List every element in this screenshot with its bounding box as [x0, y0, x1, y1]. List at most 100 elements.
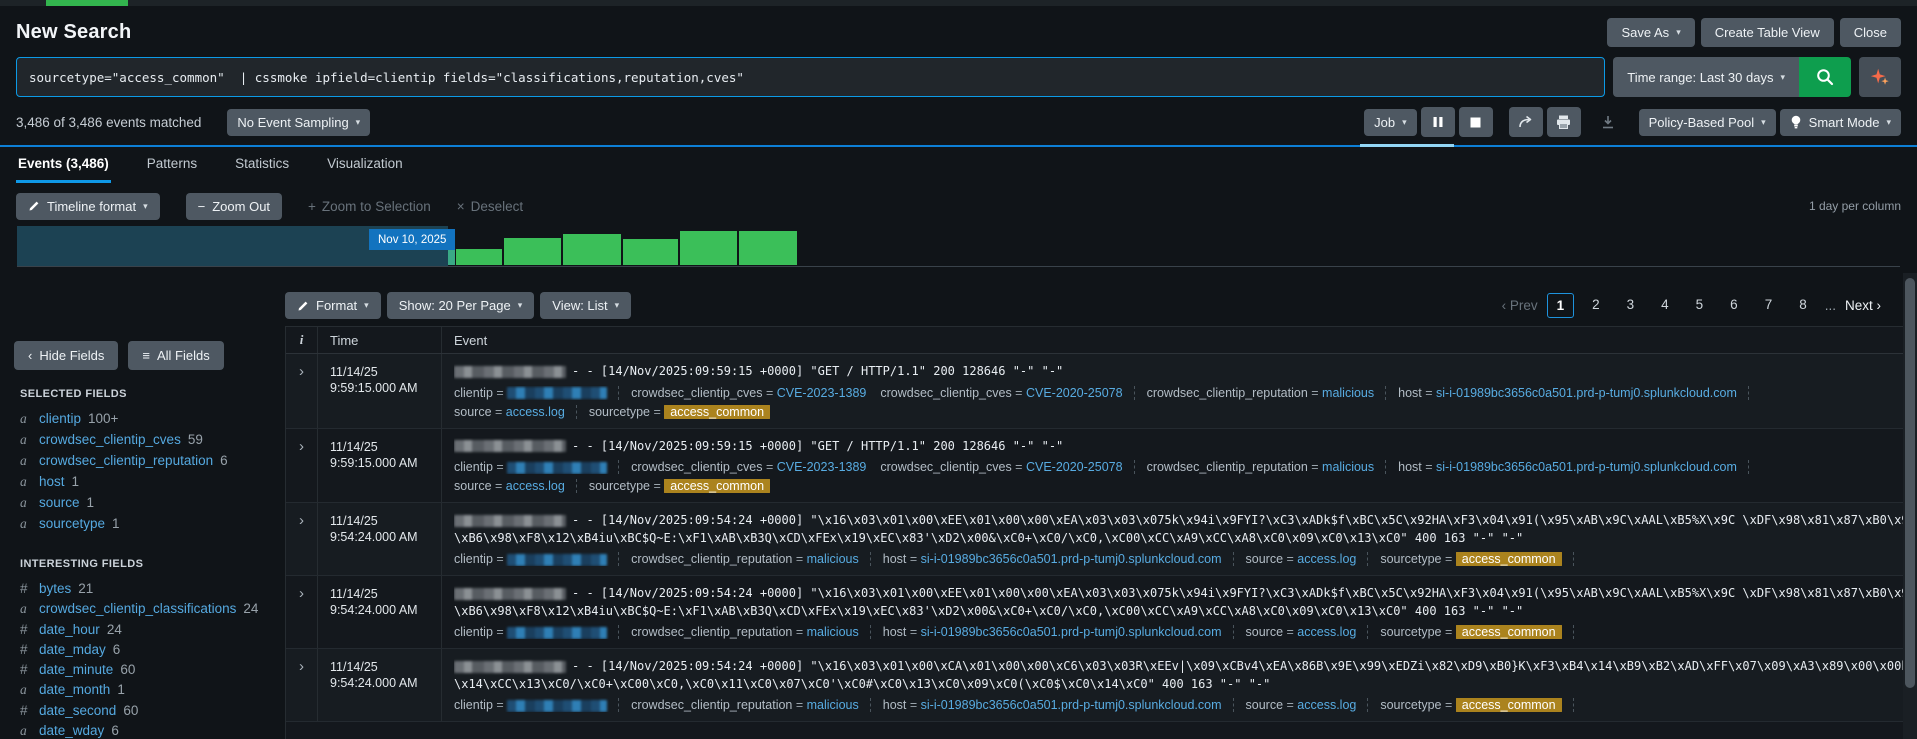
- timeline-histogram[interactable]: Nov 10, 2025: [17, 226, 1900, 267]
- page-button-8[interactable]: 8: [1790, 293, 1816, 318]
- event-field[interactable]: clientip =: [454, 698, 607, 712]
- timeline-bar[interactable]: [680, 231, 737, 265]
- field-name-link[interactable]: sourcetype: [39, 516, 105, 531]
- field-name-link[interactable]: bytes: [39, 581, 71, 596]
- expand-event-chevron[interactable]: ›: [286, 429, 318, 503]
- event-field[interactable]: sourcetype = access_common: [589, 405, 770, 419]
- field-value-highlighted[interactable]: access_common: [1456, 625, 1562, 639]
- sidebar-field-date_second[interactable]: #date_second60: [14, 700, 275, 720]
- next-page-button[interactable]: Next ›: [1845, 298, 1881, 313]
- event-field[interactable]: host = si-i-01989bc3656c0a501.prd-p-tumj…: [1398, 460, 1737, 474]
- field-value-link[interactable]: si-i-01989bc3656c0a501.prd-p-tumj0.splun…: [921, 625, 1222, 639]
- event-field[interactable]: crowdsec_clientip_reputation = malicious: [631, 698, 859, 712]
- chevron-right-icon[interactable]: ›: [299, 438, 304, 455]
- print-button[interactable]: [1547, 107, 1581, 137]
- event-field[interactable]: crowdsec_clientip_reputation = malicious: [631, 552, 859, 566]
- pause-button[interactable]: [1421, 107, 1455, 137]
- tab-patterns[interactable]: Patterns: [145, 148, 199, 183]
- event-field[interactable]: clientip =: [454, 552, 607, 566]
- field-name-link[interactable]: date_mday: [39, 642, 106, 657]
- pool-dropdown[interactable]: Policy-Based Pool ▾: [1639, 109, 1776, 136]
- field-value-link[interactable]: si-i-01989bc3656c0a501.prd-p-tumj0.splun…: [1436, 386, 1737, 400]
- deselect-button[interactable]: × Deselect: [457, 199, 523, 214]
- page-button-4[interactable]: 4: [1652, 293, 1678, 318]
- export-button[interactable]: [1593, 107, 1623, 137]
- event-sampling-dropdown[interactable]: No Event Sampling ▾: [227, 109, 370, 136]
- hide-fields-button[interactable]: ‹ Hide Fields: [14, 341, 118, 370]
- field-value-link[interactable]: si-i-01989bc3656c0a501.prd-p-tumj0.splun…: [921, 698, 1222, 712]
- sidebar-field-bytes[interactable]: #bytes21: [14, 578, 275, 598]
- field-value-link[interactable]: malicious: [807, 552, 859, 566]
- search-button[interactable]: [1799, 57, 1851, 97]
- event-field[interactable]: source = access.log: [1246, 698, 1357, 712]
- event-field[interactable]: crowdsec_clientip_cves = CVE-2020-25078: [880, 460, 1122, 474]
- timeline-bar[interactable]: [623, 239, 678, 265]
- event-field[interactable]: crowdsec_clientip_cves = CVE-2020-25078: [880, 386, 1122, 400]
- field-value-link[interactable]: malicious: [1322, 386, 1374, 400]
- share-button[interactable]: [1509, 107, 1543, 137]
- sidebar-field-date_mday[interactable]: #date_mday6: [14, 639, 275, 659]
- zoom-to-selection-button[interactable]: + Zoom to Selection: [308, 199, 431, 214]
- chevron-right-icon[interactable]: ›: [299, 363, 304, 380]
- event-field[interactable]: source = access.log: [1246, 625, 1357, 639]
- time-range-picker[interactable]: Time range: Last 30 days ▾: [1613, 57, 1799, 97]
- stop-button[interactable]: [1459, 107, 1493, 137]
- page-button-2[interactable]: 2: [1583, 293, 1609, 318]
- field-name-link[interactable]: date_hour: [39, 622, 100, 637]
- event-field[interactable]: sourcetype = access_common: [1380, 552, 1561, 566]
- field-name-link[interactable]: crowdsec_clientip_classifications: [39, 601, 236, 616]
- event-field[interactable]: clientip =: [454, 386, 607, 400]
- expand-event-chevron[interactable]: ›: [286, 649, 318, 721]
- vertical-scrollbar[interactable]: [1903, 273, 1917, 739]
- search-input[interactable]: sourcetype="access_common" | cssmoke ipf…: [16, 57, 1605, 97]
- sidebar-field-sourcetype[interactable]: asourcetype1: [14, 513, 275, 534]
- field-name-link[interactable]: date_month: [39, 682, 110, 697]
- sidebar-field-date_wday[interactable]: adate_wday6: [14, 720, 275, 739]
- field-value-link[interactable]: malicious: [807, 698, 859, 712]
- event-field[interactable]: source = access.log: [454, 479, 565, 493]
- field-name-link[interactable]: source: [39, 495, 80, 510]
- field-value-link[interactable]: si-i-01989bc3656c0a501.prd-p-tumj0.splun…: [921, 552, 1222, 566]
- zoom-out-button[interactable]: − Zoom Out: [186, 193, 282, 220]
- field-name-link[interactable]: date_second: [39, 703, 116, 718]
- save-as-button[interactable]: Save As ▾: [1607, 18, 1694, 47]
- timeline-bar[interactable]: [456, 249, 502, 265]
- field-value-link[interactable]: access.log: [506, 405, 565, 419]
- chevron-right-icon[interactable]: ›: [299, 658, 304, 675]
- timeline-bar[interactable]: [504, 238, 561, 265]
- sidebar-field-crowdsec_clientip_reputation[interactable]: acrowdsec_clientip_reputation6: [14, 450, 275, 471]
- field-value-link[interactable]: access.log: [1297, 625, 1356, 639]
- field-value-link[interactable]: CVE-2020-25078: [1026, 386, 1123, 400]
- field-value-highlighted[interactable]: access_common: [1456, 552, 1562, 566]
- event-field[interactable]: clientip =: [454, 625, 607, 639]
- page-button-3[interactable]: 3: [1618, 293, 1644, 318]
- all-fields-button[interactable]: ≡ All Fields: [128, 341, 223, 370]
- tab-statistics[interactable]: Statistics: [233, 148, 291, 183]
- sidebar-field-crowdsec_clientip_classifications[interactable]: acrowdsec_clientip_classifications24: [14, 598, 275, 619]
- field-value-link[interactable]: si-i-01989bc3656c0a501.prd-p-tumj0.splun…: [1436, 460, 1737, 474]
- field-value-link[interactable]: CVE-2023-1389: [777, 386, 867, 400]
- tab-events[interactable]: Events (3,486): [16, 148, 111, 183]
- field-value-highlighted[interactable]: access_common: [664, 405, 770, 419]
- field-value-highlighted[interactable]: access_common: [1456, 698, 1562, 712]
- event-field[interactable]: source = access.log: [1246, 552, 1357, 566]
- field-value-highlighted[interactable]: access_common: [664, 479, 770, 493]
- search-mode-dropdown[interactable]: Smart Mode ▾: [1780, 109, 1901, 136]
- chevron-right-icon[interactable]: ›: [299, 585, 304, 602]
- event-field[interactable]: crowdsec_clientip_cves = CVE-2023-1389: [631, 460, 866, 474]
- format-dropdown[interactable]: Format ▾: [285, 292, 381, 319]
- scrollbar-thumb[interactable]: [1905, 278, 1915, 688]
- field-value-link[interactable]: malicious: [807, 625, 859, 639]
- field-name-link[interactable]: crowdsec_clientip_cves: [39, 432, 181, 447]
- field-value-link[interactable]: CVE-2023-1389: [777, 460, 867, 474]
- event-field[interactable]: host = si-i-01989bc3656c0a501.prd-p-tumj…: [883, 698, 1222, 712]
- event-field[interactable]: sourcetype = access_common: [1380, 698, 1561, 712]
- field-name-link[interactable]: host: [39, 474, 65, 489]
- event-field[interactable]: clientip =: [454, 460, 607, 474]
- sidebar-field-date_minute[interactable]: #date_minute60: [14, 659, 275, 679]
- chevron-right-icon[interactable]: ›: [299, 512, 304, 529]
- sidebar-field-date_month[interactable]: adate_month1: [14, 679, 275, 700]
- create-table-view-button[interactable]: Create Table View: [1701, 18, 1834, 47]
- sidebar-field-clientip[interactable]: aclientip100+: [14, 408, 275, 429]
- expand-event-chevron[interactable]: ›: [286, 503, 318, 575]
